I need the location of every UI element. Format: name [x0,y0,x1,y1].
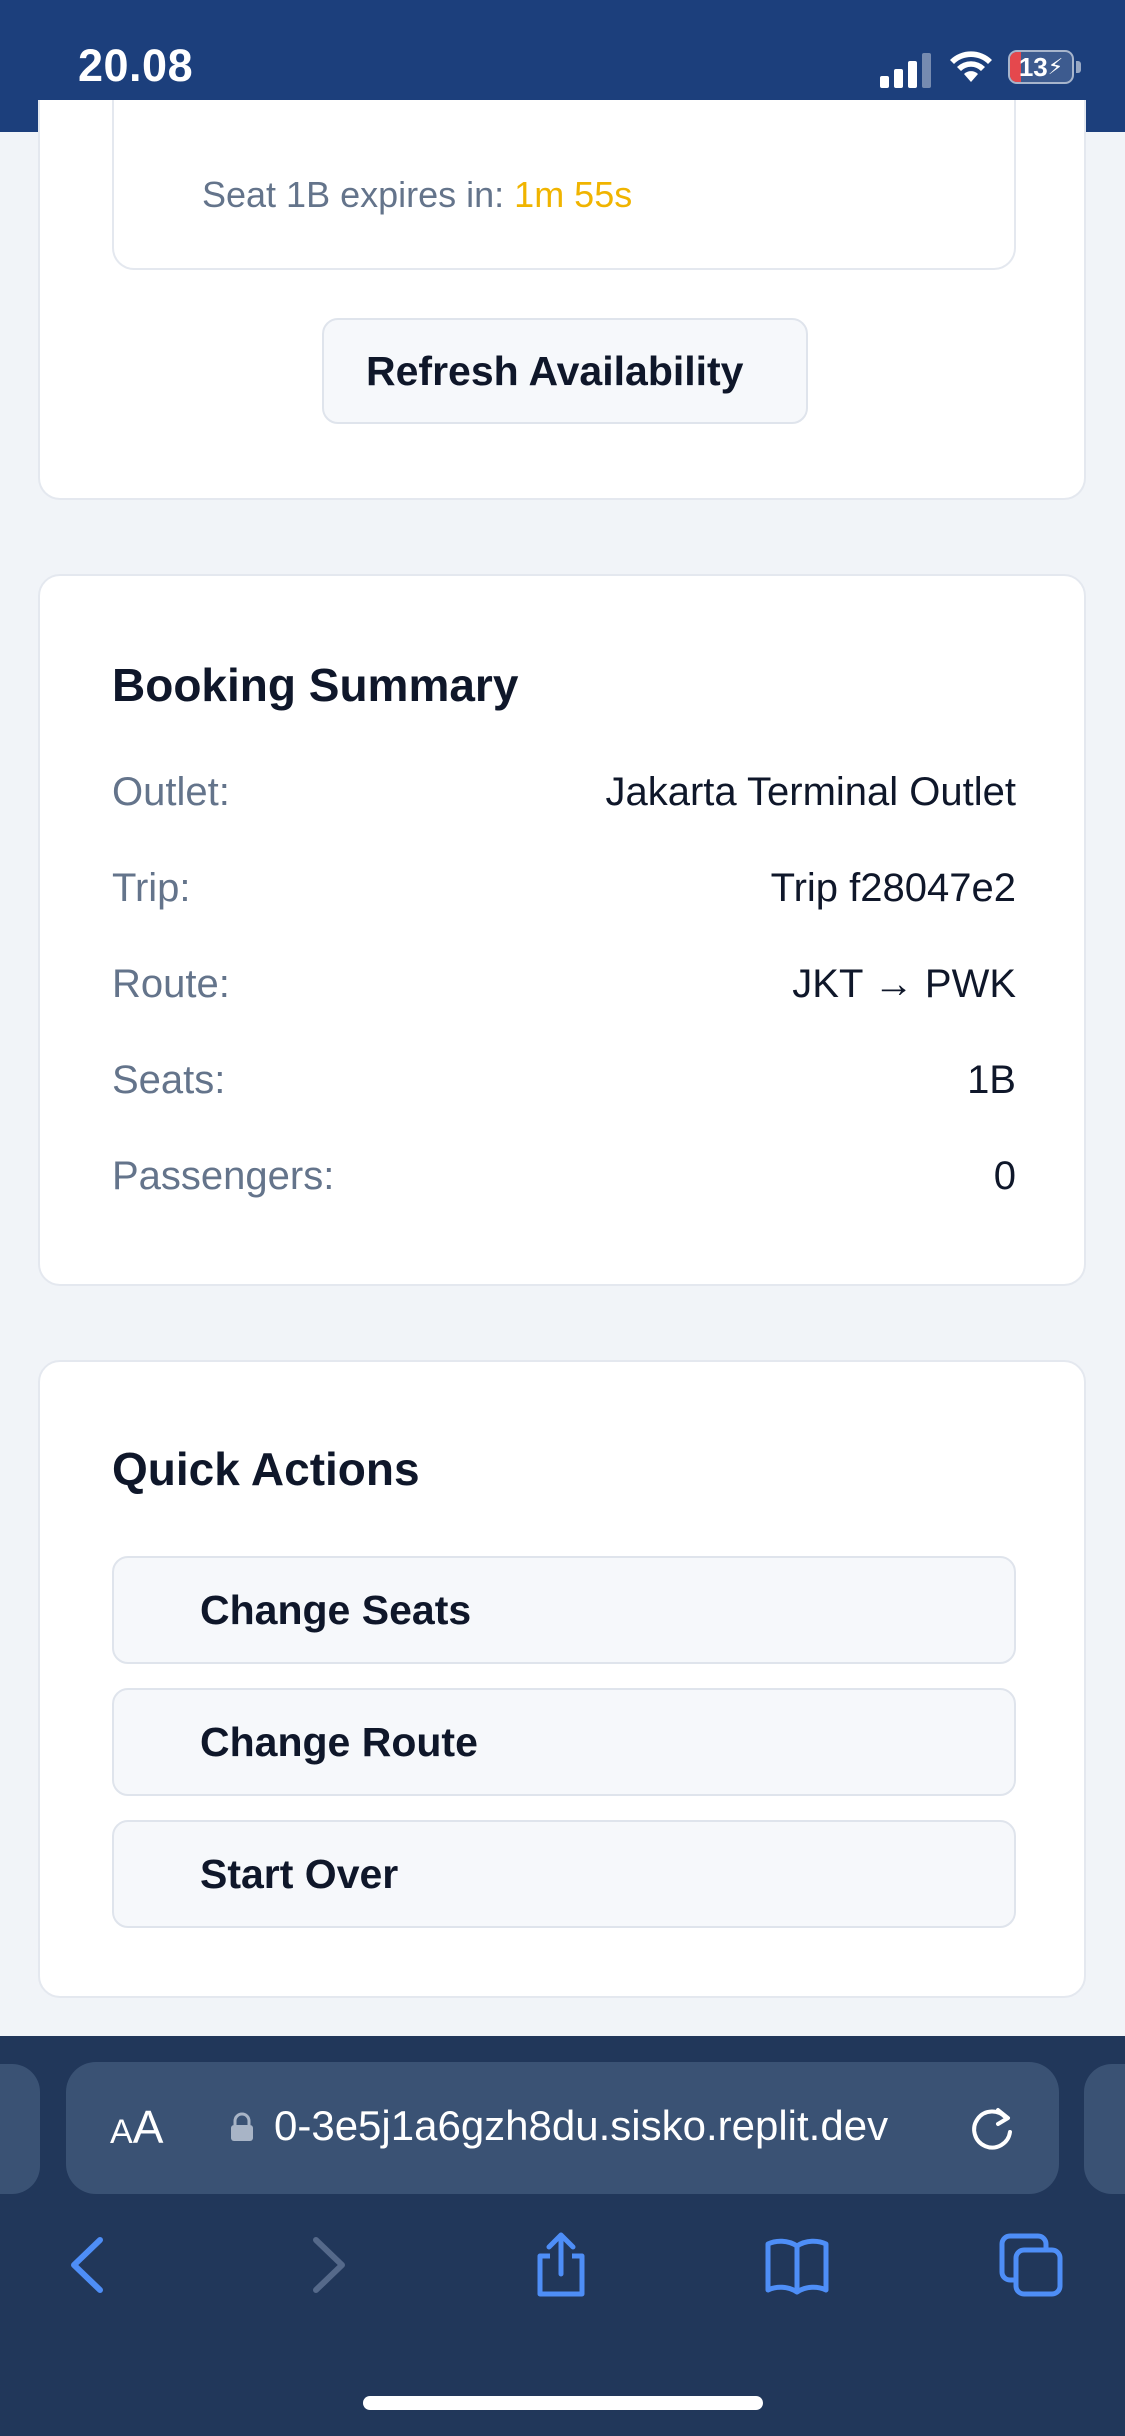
home-indicator[interactable] [363,2396,763,2410]
quick-actions-card: Quick Actions Change Seats Change Route … [38,1360,1086,1998]
summary-label: Outlet: [112,770,230,814]
summary-row-passengers: Passengers: 0 [112,1154,1016,1214]
battery-cap [1076,61,1081,73]
summary-label: Seats: [112,1058,226,1102]
change-route-button[interactable]: Change Route [112,1688,1016,1796]
seat-hold-card: Seat 1B expires in: 1m 55s Refresh Avail… [38,100,1086,500]
lock-icon [231,2112,253,2141]
summary-value: Trip f28047e2 [770,866,1016,910]
change-seats-button[interactable]: Change Seats [112,1556,1016,1664]
booking-summary-card: Booking Summary Outlet: Jakarta Terminal… [38,574,1086,1286]
back-icon[interactable] [54,2232,120,2298]
forward-icon[interactable] [296,2232,362,2298]
summary-value: JKT → PWK [792,962,1016,1006]
battery-icon: 13 ⚡ [1008,50,1074,84]
seat-expiry-text: Seat 1B expires in: 1m 55s [202,174,633,215]
seat-timer-box: Seat 1B expires in: 1m 55s [112,100,1016,270]
summary-row-trip: Trip: Trip f28047e2 [112,866,1016,926]
share-icon[interactable] [528,2232,594,2298]
summary-value: Jakarta Terminal Outlet [605,770,1016,814]
wifi-icon [950,51,992,82]
address-bar[interactable]: AA 0-3e5j1a6gzh8du.sisko.replit.dev [66,2062,1059,2194]
tabs-icon[interactable] [998,2232,1064,2298]
seat-expiry-countdown: 1m 55s [514,174,633,215]
summary-value: 0 [993,1154,1016,1198]
battery-percentage: 13 ⚡ [1018,51,1064,82]
summary-value: 1B [967,1058,1016,1102]
summary-label: Passengers: [112,1154,335,1198]
cellular-signal-icon [880,53,931,88]
previous-tab-peek[interactable] [0,2064,40,2194]
status-time: 20.08 [78,40,194,91]
url-text[interactable]: 0-3e5j1a6gzh8du.sisko.replit.dev [274,2102,994,2150]
summary-row-route: Route: JKT → PWK [112,962,1016,1022]
refresh-availability-button[interactable]: Refresh Availability [322,318,808,424]
reader-settings-button[interactable]: AA [110,2100,163,2154]
summary-label: Route: [112,962,230,1006]
next-tab-peek[interactable] [1084,2064,1125,2194]
quick-actions-title: Quick Actions [112,1443,420,1495]
summary-label: Trip: [112,866,191,910]
charging-bolt-icon: ⚡ [1047,54,1064,79]
summary-row-outlet: Outlet: Jakarta Terminal Outlet [112,770,1016,830]
summary-row-seats: Seats: 1B [112,1058,1016,1118]
reload-icon[interactable] [966,2102,1018,2154]
bookmarks-icon[interactable] [764,2232,830,2298]
start-over-button[interactable]: Start Over [112,1820,1016,1928]
booking-summary-title: Booking Summary [112,659,519,711]
